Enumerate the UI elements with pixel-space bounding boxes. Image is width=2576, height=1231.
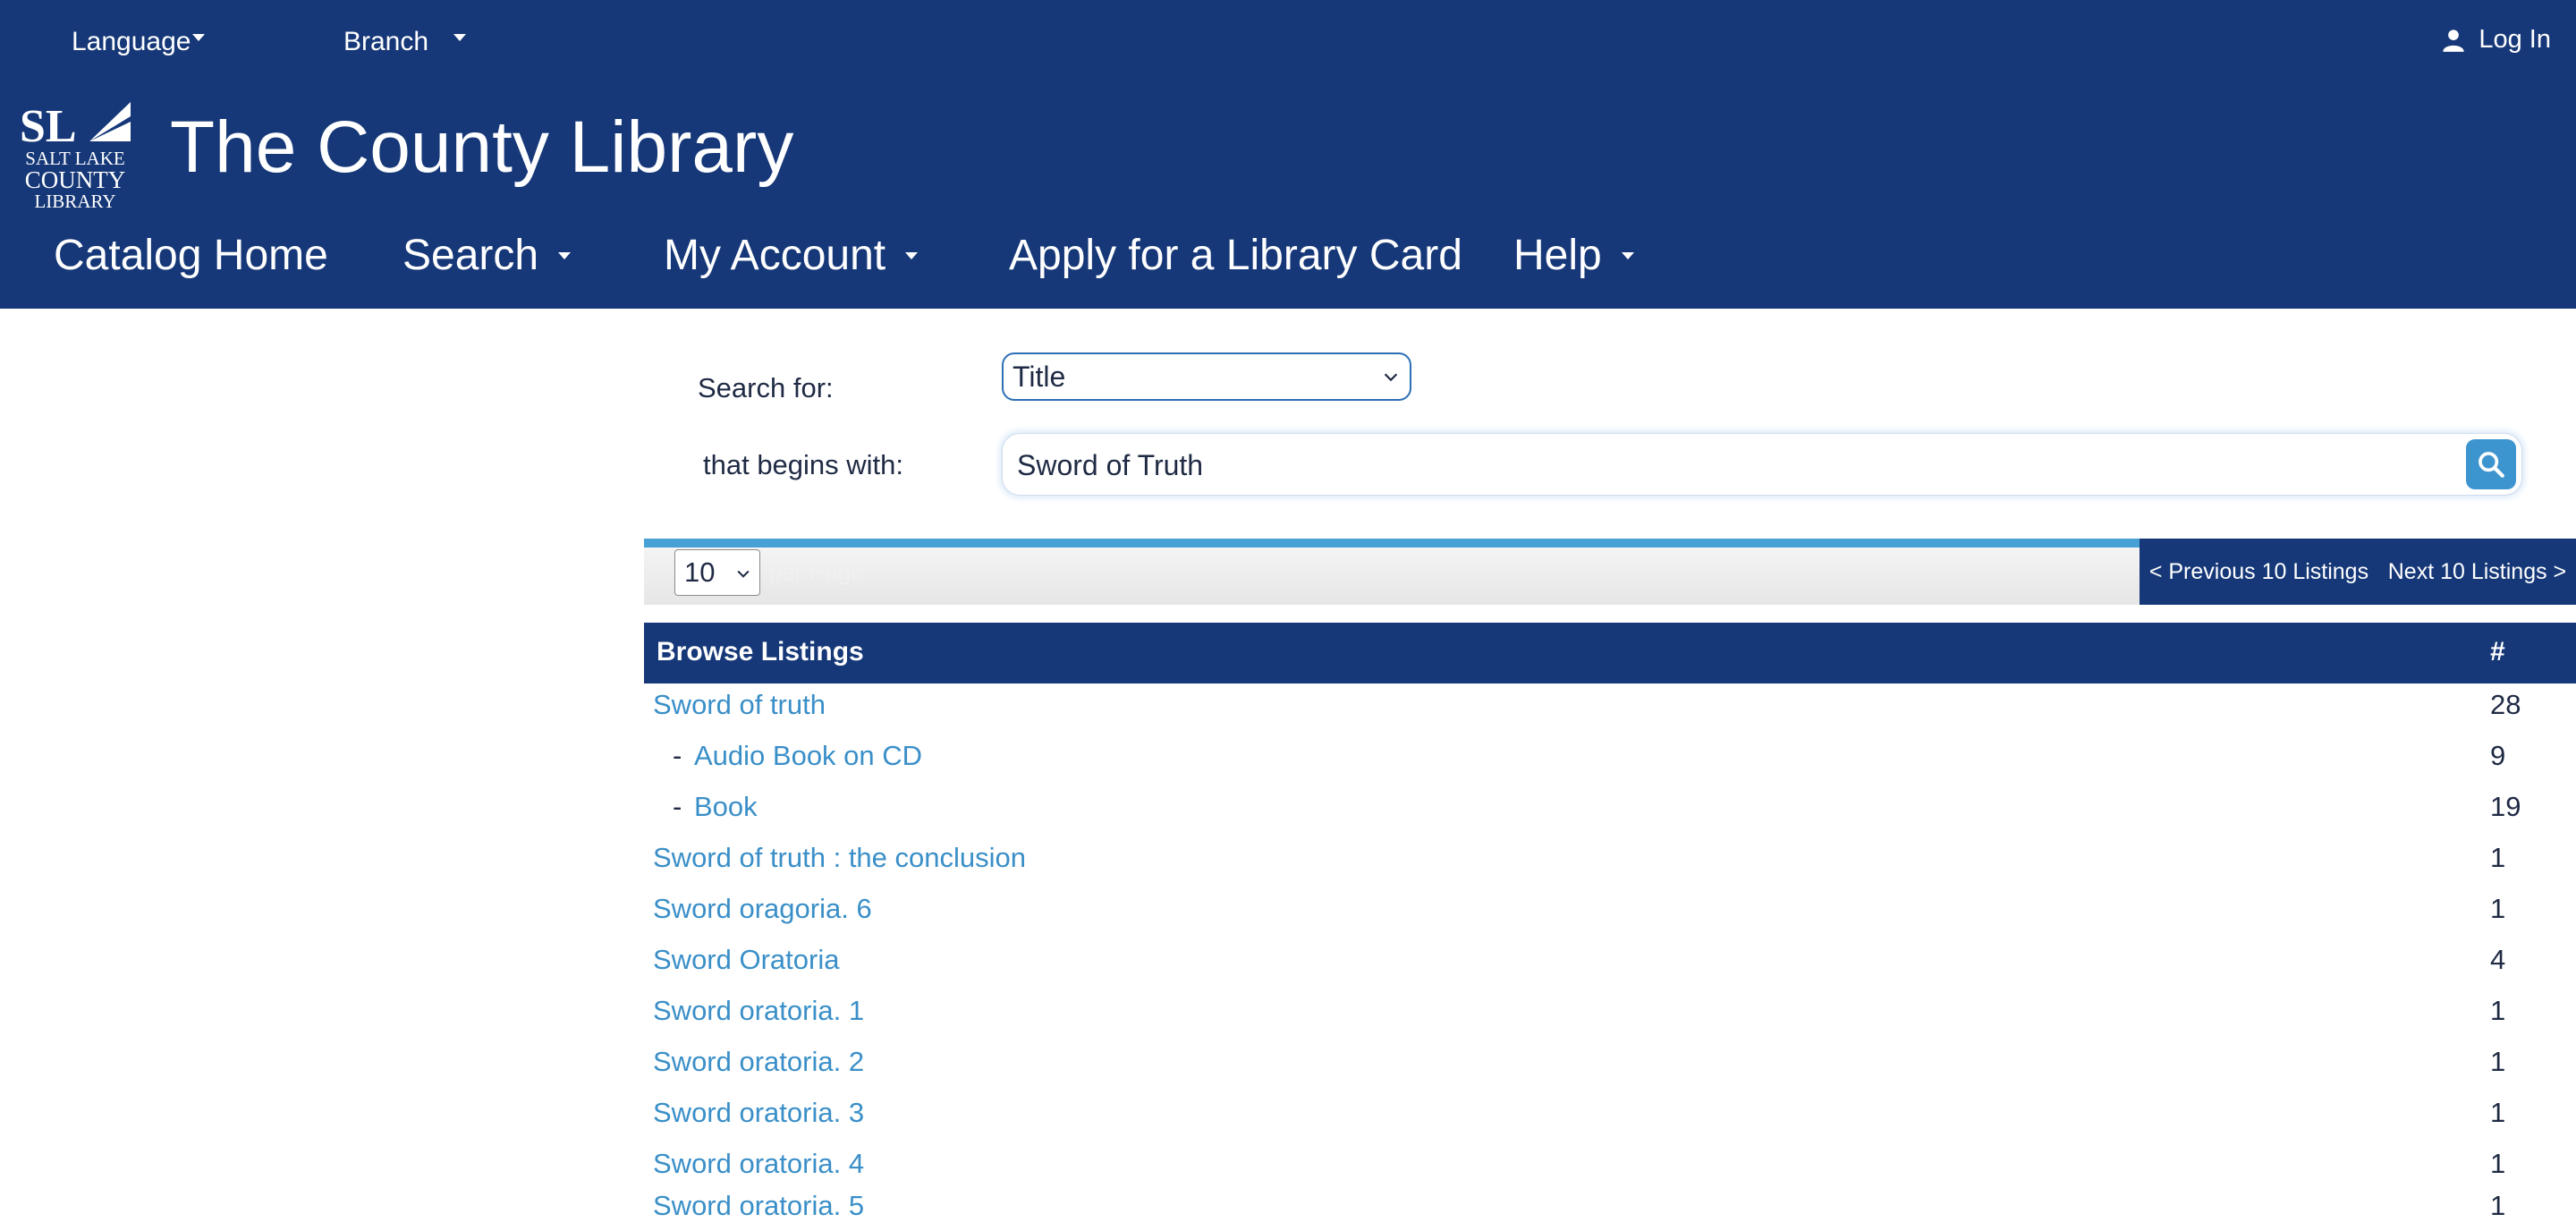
login-label: Log In (2479, 25, 2551, 54)
pager-accent-line (644, 539, 2140, 548)
sub-item-dash: - (673, 740, 682, 771)
table-row: Sword oratoria. 1 1 (644, 986, 2576, 1036)
branch-label: Branch (343, 27, 429, 56)
browse-table-header: Browse Listings # (644, 623, 2576, 683)
table-row: - Audio Book on CD 9 (644, 731, 2576, 781)
search-button[interactable] (2466, 439, 2516, 489)
site-header: Language Branch Log In SL SALT LAKE COUN… (0, 0, 2576, 309)
table-row: - Book 19 (644, 782, 2576, 832)
nav-item-label: Apply for a Library Card (1009, 232, 1462, 279)
table-row: Sword of truth 28 (644, 680, 2576, 730)
per-page-value: 10 (684, 556, 716, 588)
login-link[interactable]: Log In (2441, 25, 2551, 55)
table-row: Sword oratoria. 3 1 (644, 1088, 2576, 1138)
table-row: Sword of truth : the conclusion 1 (644, 833, 2576, 883)
listing-link[interactable]: Sword oratoria. 2 (653, 1046, 864, 1078)
listing-link[interactable]: Sword of truth (653, 689, 826, 721)
listing-count: 1 (2490, 1148, 2506, 1179)
nav-my-account[interactable]: My Account (664, 231, 919, 280)
listing-count: 1 (2490, 1190, 2506, 1221)
listing-count: 1 (2490, 995, 2506, 1026)
caret-down-icon (558, 251, 572, 259)
listing-link[interactable]: Sword Oratoria (653, 944, 839, 976)
logo-line-3: LIBRARY (34, 191, 115, 212)
user-icon (2443, 29, 2465, 52)
caret-down-icon (905, 251, 919, 259)
listing-link[interactable]: Sword oratoria. 1 (653, 995, 864, 1027)
nav-search[interactable]: Search (402, 231, 572, 280)
listing-link[interactable]: Sword of truth : the conclusion (653, 842, 1026, 874)
nav-apply-library-card[interactable]: Apply for a Library Card (1009, 231, 1462, 280)
listing-count: 19 (2490, 791, 2521, 822)
sub-item-dash: - (673, 791, 682, 822)
listing-link[interactable]: Sword oratoria. 3 (653, 1097, 864, 1129)
column-header-count: # (2490, 637, 2505, 666)
library-logo-mark: SL SALT LAKE COUNTY LIBRARY (20, 100, 131, 212)
library-logo[interactable]: SL SALT LAKE COUNTY LIBRARY (18, 97, 132, 213)
search-type-value: Title (1013, 360, 1066, 393)
search-box (1002, 433, 2522, 496)
table-row: Sword Oratoria 4 (644, 935, 2576, 985)
per-page-label: per Page (769, 558, 864, 585)
logo-monogram: SL (20, 101, 77, 152)
nav-help[interactable]: Help (1513, 231, 1634, 280)
table-row: Sword oratoria. 2 1 (644, 1037, 2576, 1087)
listing-count: 1 (2490, 893, 2506, 924)
caret-down-icon (1621, 251, 1634, 259)
caret-down-icon (192, 34, 206, 41)
listing-link[interactable]: Sword oratoria. 5 (653, 1190, 864, 1222)
pager-buttons: < Previous 10 Listings Next 10 Listings … (2140, 539, 2576, 605)
listing-count: 1 (2490, 1097, 2506, 1128)
search-type-select[interactable]: Title (1002, 352, 1411, 401)
nav-item-label: Catalog Home (54, 232, 328, 279)
nav-catalog-home[interactable]: Catalog Home (54, 231, 328, 280)
per-page-select[interactable]: 10 (674, 549, 760, 596)
nav-item-label: Search (402, 232, 539, 279)
language-dropdown[interactable]: Language (72, 27, 206, 57)
logo-line-2: COUNTY (25, 166, 126, 193)
main-nav: Catalog Home Search My Account Apply for… (0, 231, 1789, 295)
pager-bar (644, 548, 2140, 605)
listing-format-link[interactable]: Book (694, 791, 758, 823)
language-label: Language (72, 27, 191, 56)
listing-count: 4 (2490, 944, 2506, 975)
listing-count: 1 (2490, 842, 2506, 873)
nav-item-label: My Account (664, 232, 886, 279)
search-for-label: Search for: (698, 372, 834, 403)
search-input[interactable] (1015, 441, 2378, 489)
branch-dropdown[interactable]: Branch (343, 27, 467, 57)
caret-down-icon (453, 34, 467, 41)
listing-format-link[interactable]: Audio Book on CD (694, 740, 922, 772)
next-listings-button[interactable]: Next 10 Listings > (2388, 559, 2566, 585)
table-row: Sword oratoria. 5 1 (644, 1181, 2576, 1231)
nav-item-label: Help (1513, 232, 1602, 279)
search-icon (2479, 452, 2504, 478)
listing-count: 9 (2490, 740, 2506, 771)
listing-link[interactable]: Sword oragoria. 6 (653, 893, 872, 925)
begins-with-label: that begins with: (703, 449, 904, 480)
listing-count: 1 (2490, 1046, 2506, 1077)
chevron-down-icon (1384, 373, 1398, 382)
table-row: Sword oragoria. 6 1 (644, 884, 2576, 934)
column-header-title: Browse Listings (657, 637, 864, 666)
listing-count: 28 (2490, 689, 2521, 720)
chevron-down-icon (737, 570, 750, 578)
previous-listings-button[interactable]: < Previous 10 Listings (2149, 559, 2368, 585)
site-title[interactable]: The County Library (170, 106, 793, 190)
listing-link[interactable]: Sword oratoria. 4 (653, 1148, 864, 1180)
